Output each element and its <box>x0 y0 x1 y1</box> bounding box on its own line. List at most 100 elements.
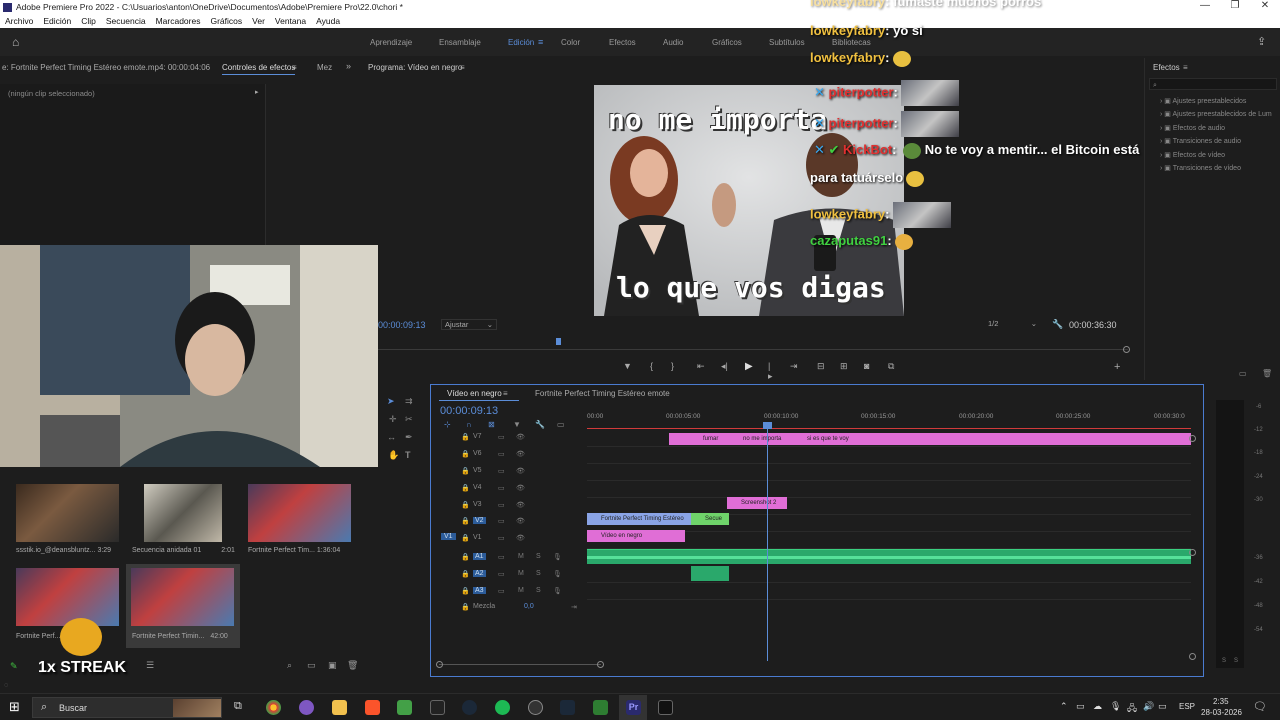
add-marker-icon[interactable]: ▼ <box>513 420 521 429</box>
lock-icon[interactable]: 🔒 <box>461 501 470 509</box>
track-header-a3[interactable]: 🔒 A3 ▭ M S 🎙 <box>431 584 601 600</box>
premiere-pro-icon[interactable]: Pr <box>626 700 641 715</box>
sync-lock-icon[interactable]: ▭ <box>498 501 505 509</box>
mute-button[interactable]: M <box>518 587 524 594</box>
solo-button[interactable]: S <box>536 587 541 594</box>
sync-lock-icon[interactable]: ▭ <box>498 534 505 542</box>
delete-icon[interactable]: 🗑 <box>1262 369 1272 378</box>
hand-tool-icon[interactable]: ✋ <box>388 450 399 461</box>
menu-edicion[interactable]: Edición <box>38 16 76 26</box>
eye-icon[interactable]: 👁 <box>516 450 525 458</box>
pen-tool-icon[interactable]: ✒ <box>405 432 413 443</box>
program-scrub-bar[interactable] <box>378 349 1128 350</box>
mute-button[interactable]: M <box>518 570 524 577</box>
microphone-icon[interactable]: 🎙 <box>553 553 562 561</box>
microphone-icon[interactable]: 🎙 <box>1110 701 1121 712</box>
eye-icon[interactable]: 👁 <box>516 534 525 542</box>
step-forward-icon[interactable]: |▸ <box>768 361 773 382</box>
bin-item-thumbnail[interactable] <box>144 484 222 542</box>
notifications-icon[interactable]: 🗨 <box>1253 700 1267 713</box>
mix-value[interactable]: 0,0 <box>524 603 534 610</box>
vertical-scroll-handle[interactable] <box>1189 653 1196 660</box>
new-bin-icon[interactable]: ▭ <box>307 660 316 671</box>
program-menu-icon[interactable]: ≡ <box>460 63 465 72</box>
sync-lock-icon[interactable]: ▭ <box>498 467 505 475</box>
lock-icon[interactable]: 🔒 <box>461 433 470 441</box>
eye-icon[interactable]: 👁 <box>516 467 525 475</box>
track-header-a2[interactable]: 🔒 A2 ▭ M S 🎙 <box>431 567 601 583</box>
fit-dropdown[interactable]: Ajustar ⌄ <box>441 319 497 330</box>
track-header-v1[interactable]: V1 🔒 V1 ▭ 👁 <box>431 531 601 547</box>
home-icon[interactable]: ⌂ <box>12 35 19 49</box>
workspace-ensamblaje[interactable]: Ensamblaje <box>439 38 481 47</box>
slip-tool-icon[interactable]: ↔ <box>387 432 396 442</box>
selection-tool-icon[interactable]: ➤ <box>387 396 395 407</box>
scroll-handle-right[interactable] <box>597 661 604 668</box>
mark-in-icon[interactable]: { <box>650 361 653 371</box>
cloud-icon[interactable]: ☁ <box>1093 701 1102 712</box>
lock-icon[interactable]: 🔒 <box>461 450 470 458</box>
menu-graficos[interactable]: Gráficos <box>205 16 247 26</box>
sync-lock-icon[interactable]: ▭ <box>498 587 505 595</box>
workspace-audio[interactable]: Audio <box>663 38 683 47</box>
menu-ventana[interactable]: Ventana <box>270 16 311 26</box>
app-icon[interactable] <box>299 700 314 715</box>
go-to-in-icon[interactable]: ⇤ <box>697 361 705 372</box>
program-timecode[interactable]: 00:00:09:13 <box>378 320 426 330</box>
menu-ayuda[interactable]: Ayuda <box>311 16 345 26</box>
sync-lock-icon[interactable]: ▭ <box>498 450 505 458</box>
clip-v7-fumar[interactable]: fumar <box>689 433 729 445</box>
sync-lock-icon[interactable]: ▭ <box>498 484 505 492</box>
lock-icon[interactable]: 🔒 <box>461 467 470 475</box>
clip-v1-video-negro[interactable]: Vídeo en negro <box>587 530 685 542</box>
microphone-icon[interactable]: 🎙 <box>553 570 562 578</box>
tab-source-clip[interactable]: e: Fortnite Perfect Timing Estéreo emote… <box>2 63 210 72</box>
horizontal-scrollbar[interactable] <box>439 664 601 665</box>
spotify-icon[interactable] <box>495 700 510 715</box>
windows-start-icon[interactable]: ⊞ <box>9 699 20 715</box>
expand-arrow-icon[interactable]: ▸ <box>255 88 259 96</box>
eye-icon[interactable]: 👁 <box>516 433 525 441</box>
mark-out-icon[interactable]: } <box>671 361 674 371</box>
timeline-playhead[interactable] <box>767 423 768 661</box>
nest-toggle-icon[interactable]: ⊹ <box>444 420 451 429</box>
delete-icon[interactable]: 🗑 <box>347 660 358 671</box>
workspace-color[interactable]: Color <box>561 38 580 47</box>
clock-time[interactable]: 2:35 <box>1213 697 1229 706</box>
vertical-scroll-handle[interactable] <box>1189 435 1196 442</box>
track-header-v7[interactable]: 🔒 V7 ▭ 👁 <box>431 430 601 446</box>
timeline-ruler[interactable]: 00:00 00:00:05:00 00:00:10:00 00:00:15:0… <box>587 411 1191 429</box>
eye-icon[interactable]: 👁 <box>516 484 525 492</box>
playhead-handle[interactable] <box>763 422 772 429</box>
sync-lock-icon[interactable]: ▭ <box>498 553 505 561</box>
steam-icon[interactable] <box>560 700 575 715</box>
panel-menu-icon[interactable]: ≡ <box>292 63 297 72</box>
clip-a1-audio[interactable] <box>587 549 1191 564</box>
vertical-scroll-handle[interactable] <box>1189 549 1196 556</box>
go-to-out-icon[interactable]: ⇥ <box>790 361 798 372</box>
go-to-end-icon[interactable]: ⇥ <box>571 603 577 611</box>
ripple-edit-tool-icon[interactable]: ✛ <box>389 414 397 425</box>
tab-sequence-other[interactable]: Fortnite Perfect Timing Estéreo emote <box>535 389 670 398</box>
clip-v2-secuencia[interactable]: Secue <box>691 513 729 525</box>
solo-button[interactable]: S <box>536 553 541 560</box>
type-tool-icon[interactable]: T <box>405 450 411 460</box>
sync-lock-icon[interactable]: ▭ <box>498 517 505 525</box>
bin-item-thumbnail[interactable] <box>131 568 234 626</box>
sync-lock-icon[interactable]: ▭ <box>498 433 505 441</box>
clock-date[interactable]: 28-03-2026 <box>1201 708 1242 717</box>
resolution-dropdown[interactable]: 1/2 ⌄ <box>988 319 1040 330</box>
eye-icon[interactable]: 👁 <box>516 501 525 509</box>
add-marker-icon[interactable]: ▼ <box>623 361 632 371</box>
menu-marcadores[interactable]: Marcadores <box>151 16 206 26</box>
find-icon[interactable]: ⌕ <box>287 660 292 671</box>
app-icon[interactable] <box>593 700 608 715</box>
workspace-subtitulos[interactable]: Subtítulos <box>769 38 805 47</box>
razor-tool-icon[interactable]: ✂ <box>405 414 413 425</box>
lock-icon[interactable]: 🔒 <box>461 534 470 542</box>
menu-ver[interactable]: Ver <box>247 16 270 26</box>
compare-view-icon[interactable]: ⧉ <box>888 361 894 372</box>
network-icon[interactable]: 🖧 <box>1127 701 1137 717</box>
microphone-icon[interactable]: 🎙 <box>553 587 562 595</box>
lift-icon[interactable]: ⊟ <box>817 361 825 372</box>
